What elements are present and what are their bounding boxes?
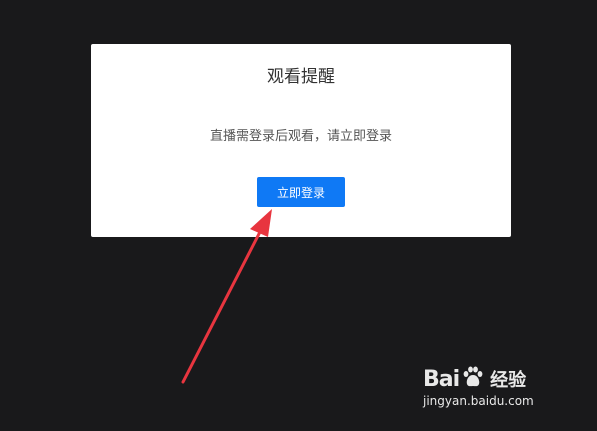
watermark-brand: Bai 经验	[423, 365, 526, 393]
page-backdrop: 观看提醒 直播需登录后观看，请立即登录 立即登录 Bai 经验 jingyan.…	[0, 0, 597, 431]
watermark-brand-suffix: 经验	[490, 370, 527, 391]
baidu-jingyan-watermark: Bai 经验 jingyan.baidu.com	[423, 363, 583, 415]
dialog-message: 直播需登录后观看，请立即登录	[209, 129, 392, 144]
login-reminder-dialog: 观看提醒 直播需登录后观看，请立即登录 立即登录	[91, 44, 511, 237]
login-now-button[interactable]: 立即登录	[257, 177, 345, 207]
watermark-domain: jingyan.baidu.com	[423, 394, 534, 408]
baidu-paw-icon	[461, 365, 485, 393]
dialog-title: 观看提醒	[267, 67, 335, 87]
watermark-brand-prefix: Bai	[423, 366, 460, 392]
